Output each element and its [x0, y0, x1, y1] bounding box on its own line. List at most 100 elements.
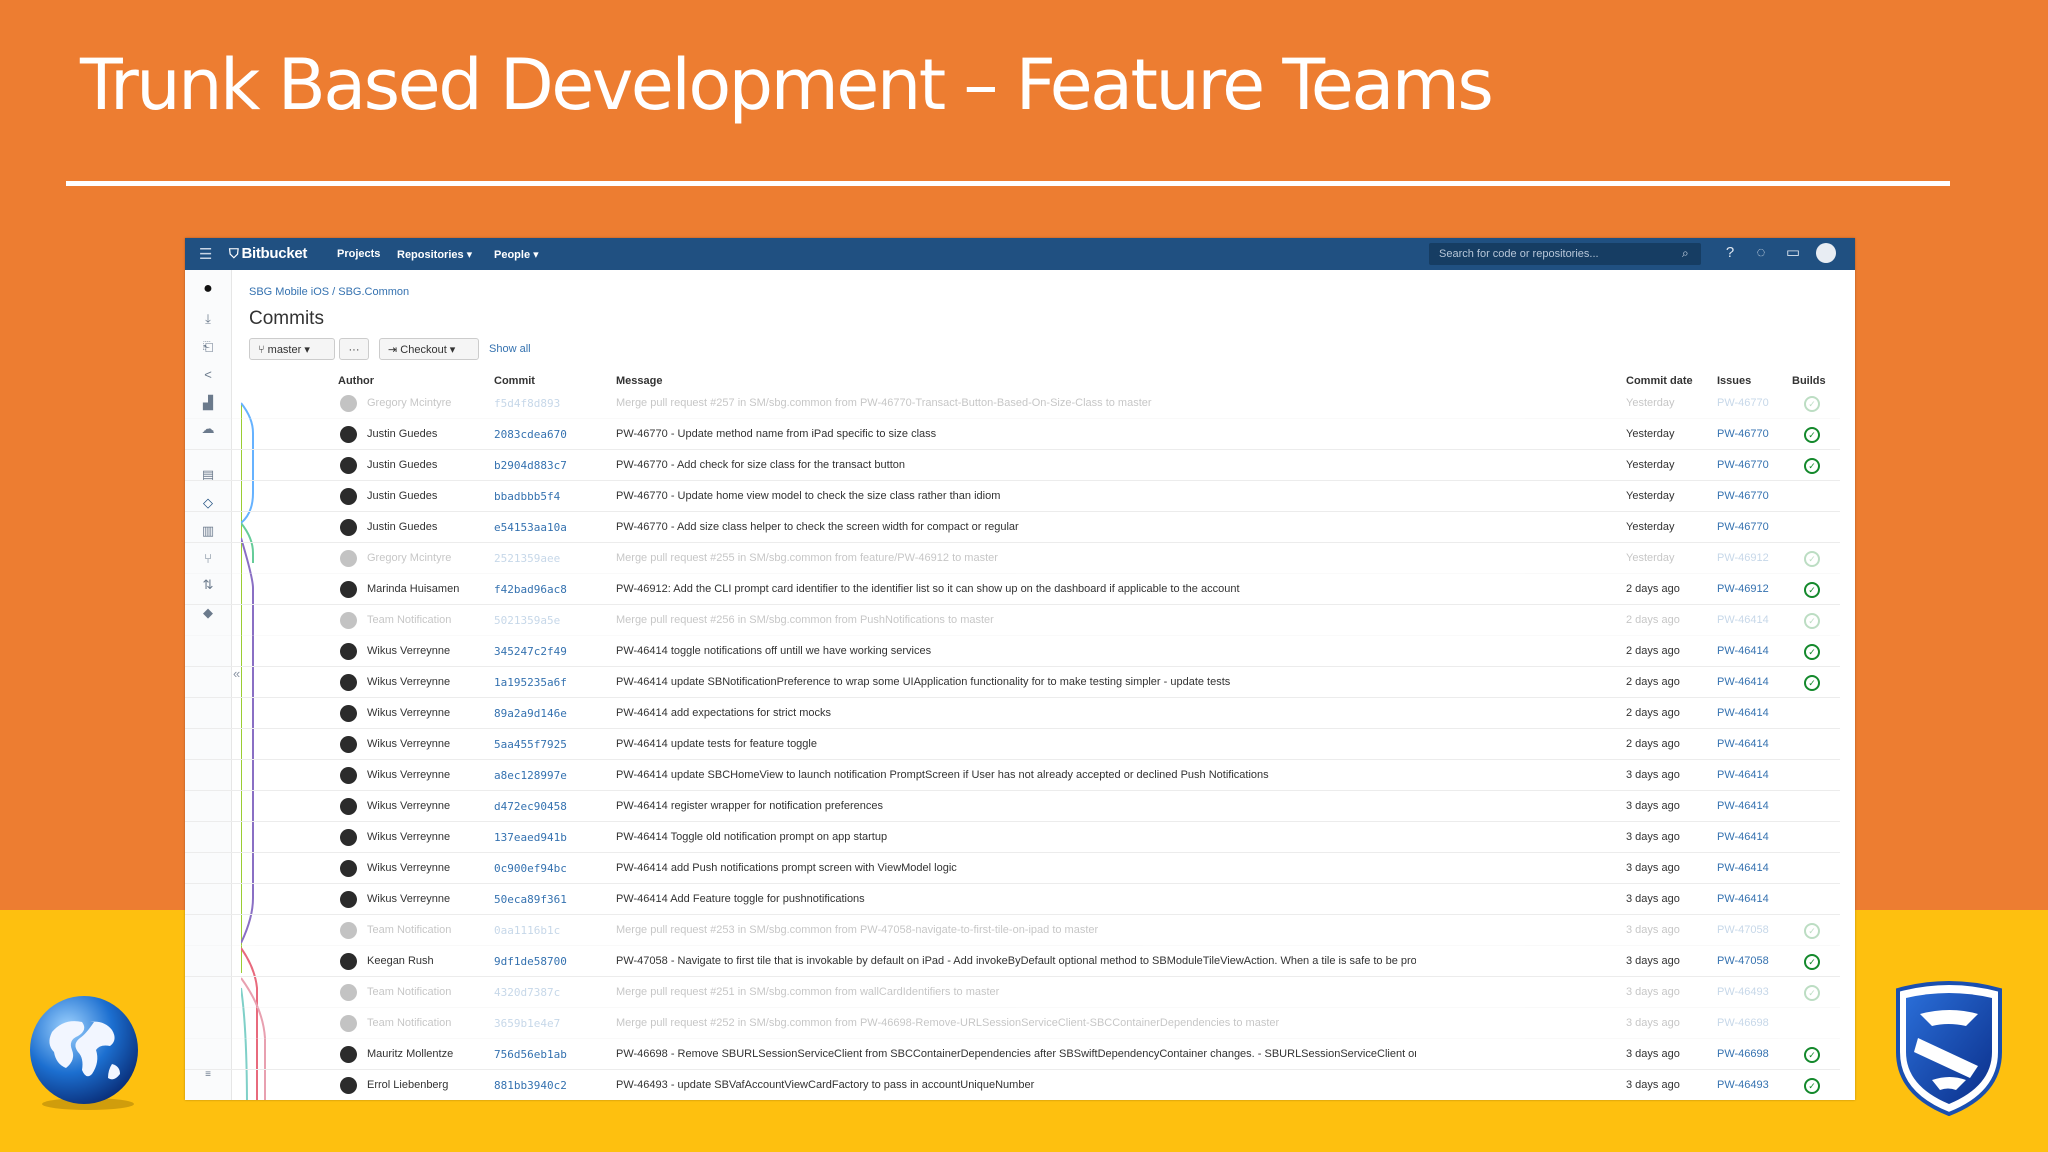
commit-hash-link[interactable]: 881bb3940c2	[494, 1079, 567, 1092]
commit-hash-link[interactable]: a8ec128997e	[494, 769, 567, 782]
table-row[interactable]: Team Notification 4320d7387c Merge pull re…	[185, 977, 1840, 1008]
hamburger-menu-icon[interactable]: ☰	[199, 245, 212, 263]
issue-link[interactable]: PW-46414	[1717, 645, 1769, 657]
build-success-icon[interactable]: ✓	[1804, 427, 1820, 443]
breadcrumb[interactable]: SBG Mobile iOS / SBG.Common	[249, 286, 409, 298]
commit-hash-link[interactable]: 9df1de58700	[494, 955, 567, 968]
commit-hash-link[interactable]: e54153aa10a	[494, 521, 567, 534]
issue-link[interactable]: PW-46770	[1717, 521, 1769, 533]
commit-hash-link[interactable]: 50eca89f361	[494, 893, 567, 906]
issue-link[interactable]: PW-46414	[1717, 614, 1769, 626]
issue-link[interactable]: PW-46414	[1717, 800, 1769, 812]
issue-link[interactable]: PW-46493	[1717, 986, 1769, 998]
share-icon[interactable]: <	[199, 366, 217, 384]
issue-link[interactable]: PW-46414	[1717, 831, 1769, 843]
commit-hash-link[interactable]: 5021359a5e	[494, 614, 560, 627]
commit-hash-link[interactable]: 137eaed941b	[494, 831, 567, 844]
build-success-icon[interactable]: ✓	[1804, 954, 1820, 970]
build-success-icon[interactable]: ✓	[1804, 1047, 1820, 1063]
table-row[interactable]: Wikus Verreynne 345247c2f49 PW-46414 toggl…	[185, 636, 1840, 667]
commit-hash-link[interactable]: 2083cdea670	[494, 428, 567, 441]
issue-link[interactable]: PW-47058	[1717, 955, 1769, 967]
header-commit[interactable]: Commit	[494, 375, 535, 387]
build-success-icon[interactable]: ✓	[1804, 923, 1820, 939]
commit-hash-link[interactable]: bbadbbb5f4	[494, 490, 560, 503]
nav-repositories[interactable]: Repositories ▾	[397, 248, 472, 261]
build-success-icon[interactable]: ✓	[1804, 396, 1820, 412]
commit-hash-link[interactable]: 3659b1e4e7	[494, 1017, 560, 1030]
table-row[interactable]: Justin Guedes e54153aa10a PW-46770 - Add s…	[185, 512, 1840, 543]
table-row[interactable]: Wikus Verreynne d472ec90458 PW-46414 regis…	[185, 791, 1840, 822]
table-row[interactable]: Wikus Verreynne 89a2a9d146e PW-46414 add e…	[185, 698, 1840, 729]
commit-hash-link[interactable]: 1a195235a6f	[494, 676, 567, 689]
table-row[interactable]: Wikus Verreynne 5aa455f7925 PW-46414 updat…	[185, 729, 1840, 760]
build-success-icon[interactable]: ✓	[1804, 675, 1820, 691]
search-icon[interactable]: ⌕	[1682, 246, 1689, 261]
header-builds[interactable]: Builds	[1792, 375, 1826, 387]
table-row[interactable]: Justin Guedes b2904d883c7 PW-46770 - Add c…	[185, 450, 1840, 481]
build-success-icon[interactable]: ✓	[1804, 613, 1820, 629]
table-row[interactable]: Keegan Rush 9df1de58700 PW-47058 - Navigat…	[185, 946, 1840, 977]
commit-hash-link[interactable]: b2904d883c7	[494, 459, 567, 472]
issue-link[interactable]: PW-46414	[1717, 769, 1769, 781]
commit-hash-link[interactable]: 2521359aee	[494, 552, 560, 565]
help-icon[interactable]: ?	[1720, 243, 1740, 263]
commit-hash-link[interactable]: 89a2a9d146e	[494, 707, 567, 720]
commit-hash-link[interactable]: f5d4f8d893	[494, 397, 560, 410]
header-author[interactable]: Author	[338, 375, 374, 387]
show-all-link[interactable]: Show all	[489, 343, 531, 355]
header-issues[interactable]: Issues	[1717, 375, 1751, 387]
inbox-icon[interactable]: ▭	[1783, 243, 1803, 263]
build-success-icon[interactable]: ✓	[1804, 582, 1820, 598]
issue-link[interactable]: PW-46698	[1717, 1048, 1769, 1060]
table-row[interactable]: Wikus Verreynne 50eca89f361 PW-46414 Add F…	[185, 884, 1840, 915]
issue-link[interactable]: PW-46770	[1717, 397, 1769, 409]
table-row[interactable]: Wikus Verreynne a8ec128997e PW-46414 updat…	[185, 760, 1840, 791]
checkout-button[interactable]: ⇥ Checkout ▾	[379, 338, 479, 360]
user-avatar[interactable]	[1816, 243, 1836, 263]
table-row[interactable]: Justin Guedes bbadbbb5f4 PW-46770 - Update…	[185, 481, 1840, 512]
issue-link[interactable]: PW-46414	[1717, 676, 1769, 688]
bitbucket-logo[interactable]: ⛉ Bitbucket	[229, 245, 307, 262]
build-success-icon[interactable]: ✓	[1804, 551, 1820, 567]
table-row[interactable]: Justin Guedes 2083cdea670 PW-46770 - Updat…	[185, 419, 1840, 450]
apple-icon[interactable]: ●	[199, 280, 217, 298]
issue-link[interactable]: PW-46414	[1717, 862, 1769, 874]
nav-people[interactable]: People ▾	[494, 248, 539, 261]
table-row[interactable]: Team Notification 0aa1116b1c Merge pull re…	[185, 915, 1840, 946]
build-success-icon[interactable]: ✓	[1804, 644, 1820, 660]
issue-link[interactable]: PW-46414	[1717, 738, 1769, 750]
issue-link[interactable]: PW-46912	[1717, 552, 1769, 564]
table-row[interactable]: Team Notification 3659b1e4e7 Merge pull re…	[185, 1008, 1840, 1039]
build-success-icon[interactable]: ✓	[1804, 985, 1820, 1001]
issue-link[interactable]: PW-46770	[1717, 459, 1769, 471]
commit-hash-link[interactable]: 0aa1116b1c	[494, 924, 560, 937]
commit-hash-link[interactable]: 4320d7387c	[494, 986, 560, 999]
nav-projects[interactable]: Projects	[337, 248, 380, 260]
table-row[interactable]: Team Notification 5021359a5e Merge pull re…	[185, 605, 1840, 636]
issue-link[interactable]: PW-46414	[1717, 893, 1769, 905]
table-row[interactable]: Marinda Huisamen f42bad96ac8 PW-46912: Add…	[185, 574, 1840, 605]
chat-icon[interactable]: ◌	[1751, 243, 1771, 263]
issue-link[interactable]: PW-46698	[1717, 1017, 1769, 1029]
issue-link[interactable]: PW-46912	[1717, 583, 1769, 595]
issue-link[interactable]: PW-46493	[1717, 1079, 1769, 1091]
commit-hash-link[interactable]: 345247c2f49	[494, 645, 567, 658]
header-message[interactable]: Message	[616, 375, 662, 387]
table-row[interactable]: Gregory Mcintyre 2521359aee Merge pull req…	[185, 543, 1840, 574]
create-branch-icon[interactable]: ⎗	[199, 338, 217, 356]
commit-hash-link[interactable]: d472ec90458	[494, 800, 567, 813]
table-row[interactable]: Wikus Verreynne 137eaed941b PW-46414 Toggl…	[185, 822, 1840, 853]
issue-link[interactable]: PW-47058	[1717, 924, 1769, 936]
commit-hash-link[interactable]: f42bad96ac8	[494, 583, 567, 596]
commit-hash-link[interactable]: 0c900ef94bc	[494, 862, 567, 875]
more-button[interactable]: ···	[339, 338, 369, 360]
commit-hash-link[interactable]: 756d56eb1ab	[494, 1048, 567, 1061]
table-row[interactable]: Gregory Mcintyre f5d4f8d893 Merge pull req…	[185, 388, 1840, 419]
issue-link[interactable]: PW-46770	[1717, 428, 1769, 440]
build-success-icon[interactable]: ✓	[1804, 458, 1820, 474]
table-row[interactable]: Wikus Verreynne 1a195235a6f PW-46414 updat…	[185, 667, 1840, 698]
table-row[interactable]: Mauritz Mollentze 756d56eb1ab PW-46698 - R…	[185, 1039, 1840, 1070]
build-success-icon[interactable]: ✓	[1804, 1078, 1820, 1094]
commit-hash-link[interactable]: 5aa455f7925	[494, 738, 567, 751]
